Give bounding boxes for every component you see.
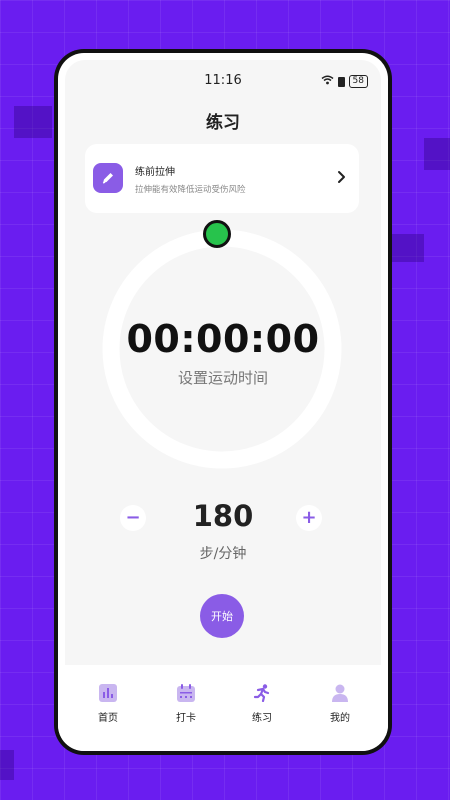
timer-display: 00:00:00	[126, 317, 320, 361]
background-block	[424, 138, 450, 170]
background-block	[14, 106, 52, 138]
chevron-right-icon	[337, 169, 347, 188]
wifi-icon	[321, 75, 334, 88]
chart-icon	[78, 683, 138, 703]
stretch-card[interactable]: 练前拉伸 拉伸能有效降低运动受伤风险	[85, 144, 359, 213]
tab-home[interactable]: 首页	[78, 683, 138, 724]
start-button[interactable]: 开始	[200, 594, 244, 638]
stretch-card-subtitle: 拉伸能有效降低运动受伤风险	[135, 185, 246, 195]
stretch-card-title: 练前拉伸	[135, 167, 175, 178]
status-icons: 58	[321, 75, 368, 88]
tab-label: 我的	[330, 713, 350, 724]
tab-profile[interactable]: 我的	[310, 683, 370, 724]
timer-subtitle: 设置运动时间	[177, 369, 268, 387]
pen-icon	[93, 163, 123, 193]
background-block	[0, 750, 14, 780]
tab-checkin[interactable]: 打卡	[156, 683, 216, 724]
tab-label: 练习	[252, 713, 272, 724]
tab-bar: 首页 打卡 练习 我的	[58, 665, 388, 751]
status-bar: 11:16 58	[58, 73, 388, 93]
tab-label: 首页	[98, 713, 118, 724]
page-title: 练习	[206, 113, 240, 133]
cadence-unit: 步/分钟	[199, 546, 247, 562]
battery-icon: 58	[348, 75, 368, 88]
sim-icon	[337, 76, 345, 87]
phone-frame: 11:16 58 练习 练前拉伸 拉伸能有效降低运动受伤风险 00:00:00 …	[54, 49, 392, 755]
app-screen: 11:16 58 练习 练前拉伸 拉伸能有效降低运动受伤风险 00:00:00 …	[58, 53, 388, 751]
timer-drag-handle[interactable]	[203, 220, 231, 248]
tab-label: 打卡	[176, 713, 196, 724]
person-icon	[310, 683, 370, 703]
cadence-value: 180	[192, 499, 254, 533]
cadence-increase-button[interactable]: +	[296, 505, 322, 531]
runner-icon	[232, 683, 292, 703]
background-block	[392, 234, 424, 262]
calendar-icon	[156, 683, 216, 703]
tab-practice[interactable]: 练习	[232, 683, 292, 724]
